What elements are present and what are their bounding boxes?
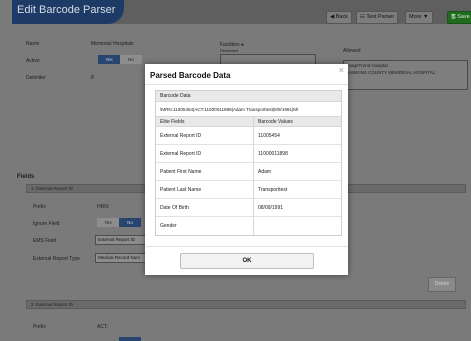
field-cell: Patient First Name <box>156 163 254 180</box>
barcode-raw-value: \MRN:11005454|ACT:11000011898|Adam Trans… <box>156 102 341 117</box>
ignore-no-toggle[interactable]: No <box>119 218 141 227</box>
fields-heading: Fields <box>17 174 35 180</box>
column-header-barcode-values: Barcode Values <box>258 119 293 125</box>
value-cell <box>254 217 258 235</box>
back-button[interactable]: ◀ Back <box>326 11 352 24</box>
table-row: Date Of Birth 08/09/1991 <box>156 199 341 217</box>
allowed-item: ImageTrend Hospital <box>346 63 388 68</box>
save-button[interactable]: 🖫 Save <box>447 11 471 24</box>
value-cell: 11005454 <box>258 133 280 139</box>
active-no-toggle[interactable]: No <box>120 55 142 64</box>
prefix-2-label: Prefix <box>33 324 46 330</box>
active-label: Active <box>26 58 40 64</box>
table-row: External Report ID 11000011898 <box>156 145 341 163</box>
title-divider <box>145 84 348 85</box>
prefix-label: Prefix <box>33 204 46 210</box>
field-cell: Date Of Birth <box>156 199 254 216</box>
value-cell: 11000011898 <box>258 151 288 157</box>
value-cell: Transporttest <box>258 187 288 193</box>
prefix-value[interactable]: HRN: <box>97 204 109 210</box>
close-icon[interactable]: × <box>339 65 344 75</box>
field-cell: External Report ID <box>156 127 254 144</box>
value-cell: Adam <box>258 169 272 175</box>
more-button[interactable]: More ▼ <box>405 11 433 24</box>
field-cell: Patient Last Name <box>156 181 254 198</box>
footer-divider <box>145 246 348 247</box>
section-2-bar[interactable]: 2: External Report ID <box>26 300 466 309</box>
table-row: External Report ID 11005454 <box>156 127 341 145</box>
delimiter-label: Delimiter <box>26 75 46 81</box>
table-row: Patient First Name Adam <box>156 163 341 181</box>
section-2-toggle[interactable] <box>119 337 141 341</box>
table-header-row: Elite Fields Barcode Values <box>156 117 341 127</box>
page-title: Edit Barcode Parser <box>17 4 116 16</box>
barcode-data-header: Barcode Data <box>156 91 341 102</box>
dialog-title: Parsed Barcode Data <box>150 71 231 80</box>
ok-button[interactable]: OK <box>180 253 314 269</box>
active-yes-toggle[interactable]: Yes <box>98 55 120 64</box>
value-cell: 08/09/1991 <box>258 205 284 211</box>
prefix-2-value[interactable]: ACT: <box>97 324 108 330</box>
parsed-barcode-dialog: Parsed Barcode Data × Barcode Data \MRN:… <box>145 64 348 275</box>
test-parser-button[interactable]: ☷ Test Parser <box>356 11 399 24</box>
ems-field-select[interactable]: External Report ID <box>95 235 147 245</box>
facilities-sublabel: Restricted <box>220 48 239 53</box>
field-cell: External Report ID <box>156 145 254 162</box>
table-row: Gender <box>156 217 341 235</box>
barcode-table: Barcode Data \MRN:11005454|ACT:110000118… <box>155 90 342 236</box>
ems-field-label: EMS Field <box>33 238 57 244</box>
field-cell: Gender <box>156 217 254 235</box>
column-header-elite-fields: Elite Fields <box>156 117 254 126</box>
external-report-type-label: External Report Type <box>33 256 80 262</box>
allowed-item: HAWKINS COUNTY MEMORIAL HOSPITAL <box>346 70 436 75</box>
ignore-yes-toggle[interactable]: Yes <box>97 218 119 227</box>
name-label: Name <box>26 41 40 47</box>
table-row: Patient Last Name Transporttest <box>156 181 341 199</box>
allowed-label: Allowed <box>343 48 361 54</box>
delete-button[interactable]: Delete <box>428 277 456 292</box>
name-value[interactable]: Memorial Hospitals <box>91 41 134 47</box>
external-report-type-select[interactable]: Medical Record Num <box>95 253 147 263</box>
ignore-field-label: Ignore Field <box>33 221 60 227</box>
delimiter-value[interactable]: 8 <box>91 75 94 81</box>
